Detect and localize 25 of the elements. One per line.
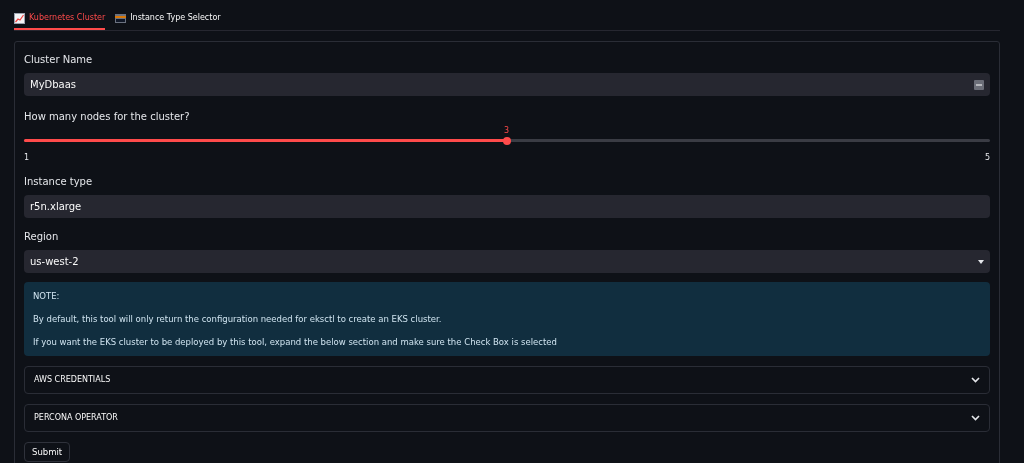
chevron-icon xyxy=(971,415,980,422)
note-text: If you want the EKS cluster to be deployed by this tool, expand the below section and make sure the Check Box is selected xyxy=(33,335,558,349)
card-icon xyxy=(115,13,127,23)
slider-max: 5 xyxy=(984,152,990,164)
note-text: By default, this tool will only return the configuration needed for eksctl to create an EKS cluster. xyxy=(33,312,443,326)
dots-icon xyxy=(974,79,984,90)
tab[interactable]: Instance Type Selector xyxy=(115,8,221,30)
field-label: Instance type xyxy=(24,175,94,189)
chevron-icon xyxy=(971,377,980,384)
slider-thumb[interactable] xyxy=(503,136,511,145)
note-text: NOTE: xyxy=(33,290,61,303)
cluster-name-field[interactable]: MyDbaas xyxy=(24,73,990,96)
expander[interactable]: PERCONA OPERATOR xyxy=(24,404,990,433)
caret-icon xyxy=(978,259,984,264)
instance-type-field[interactable]: r5n.xlarge xyxy=(24,195,990,218)
chart-icon xyxy=(14,12,25,24)
expander[interactable]: AWS CREDENTIALS xyxy=(24,366,990,395)
field-label: Cluster Name xyxy=(24,53,94,67)
submit-button[interactable]: Submit xyxy=(24,442,71,463)
region-select[interactable]: us-west-2 xyxy=(24,250,990,273)
field-label: Region xyxy=(24,230,60,244)
field-label: How many nodes for the cluster? xyxy=(24,110,191,124)
slider-min: 1 xyxy=(24,152,30,164)
tab[interactable]: Kubernetes Cluster xyxy=(14,8,106,30)
slider-value: 3 xyxy=(504,125,510,137)
